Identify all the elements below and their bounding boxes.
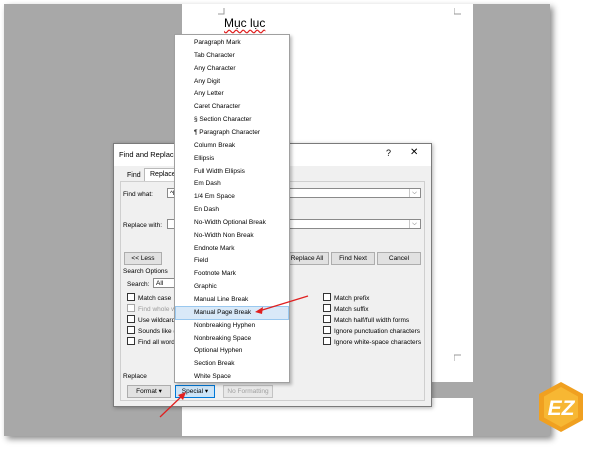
annotation-arrows: [159, 295, 309, 418]
annotation-arrow: [258, 295, 309, 312]
ez-logo-icon: EZ: [539, 382, 583, 432]
logo-text: EZ: [548, 397, 576, 420]
annotation-arrow: [159, 394, 184, 418]
arrowhead-icon: [255, 307, 263, 314]
